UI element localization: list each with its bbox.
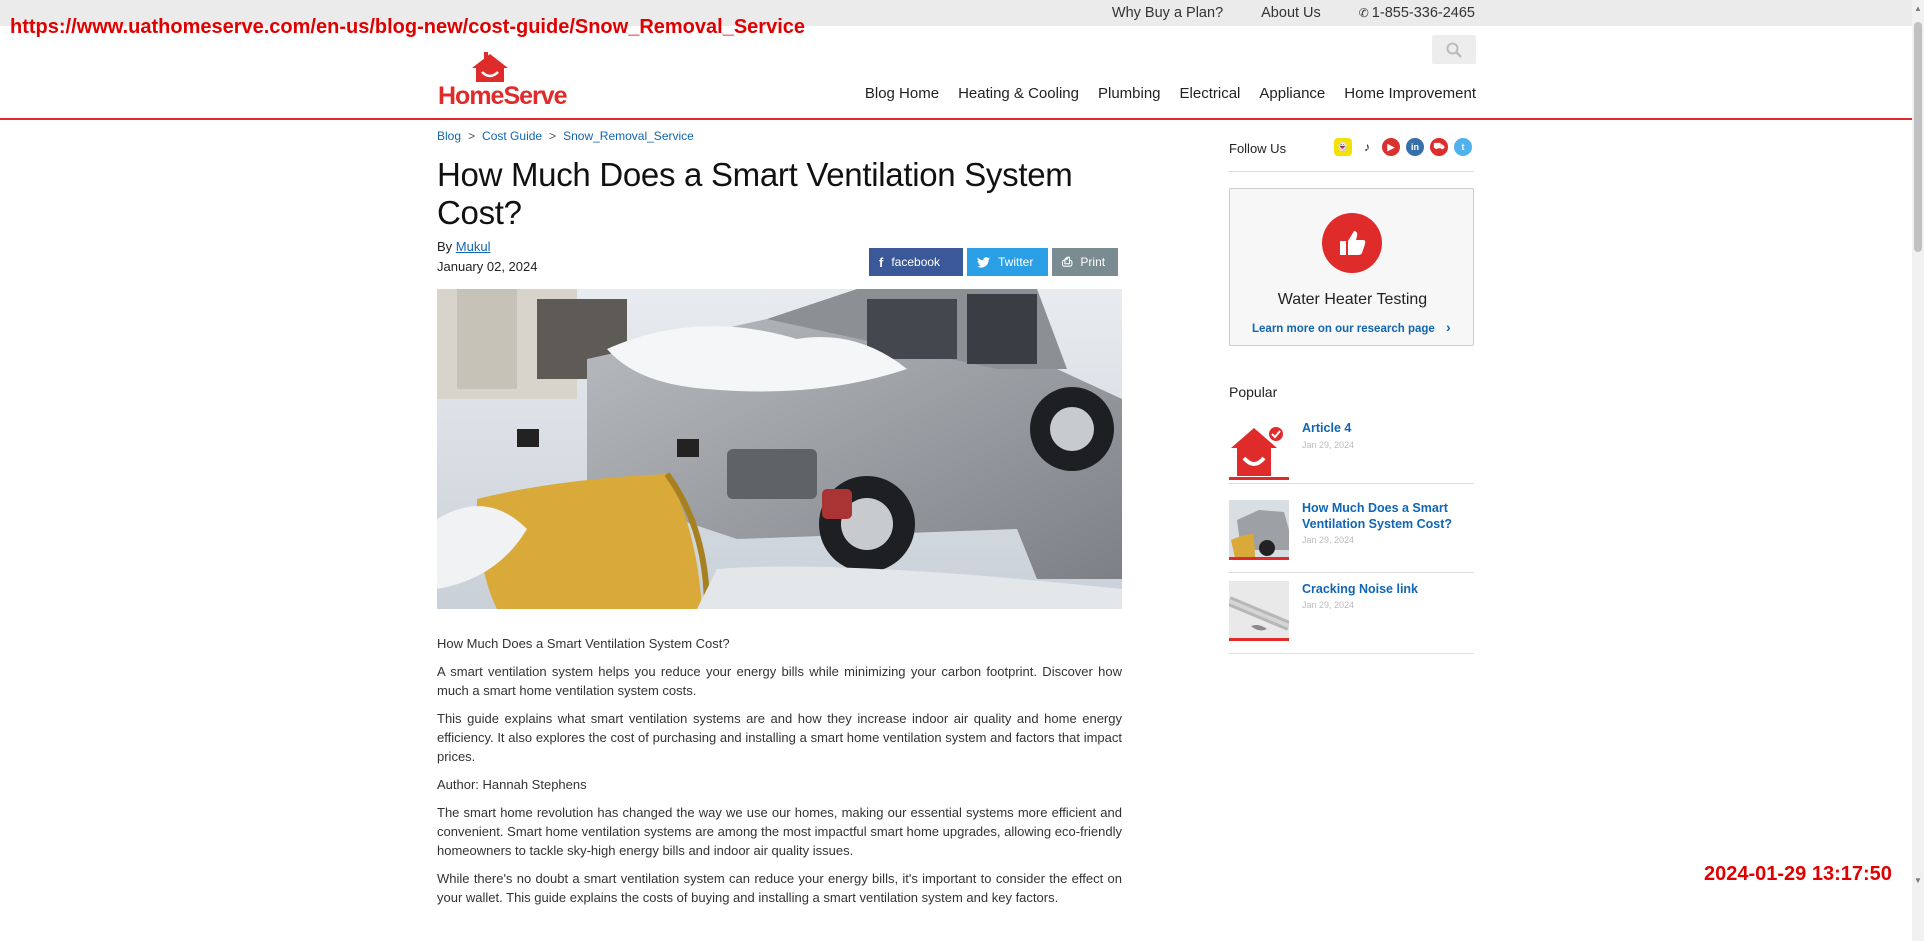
- social-icons: 👻 ♪ ▶ in ⛟ t: [1334, 138, 1472, 156]
- breadcrumb: Blog > Cost Guide > Snow_Removal_Service: [437, 129, 694, 143]
- popular-item[interactable]: Cracking Noise link Jan 29, 2024: [1229, 581, 1474, 654]
- popular-thumbnail: [1229, 420, 1289, 480]
- nav-home-improvement[interactable]: Home Improvement: [1344, 85, 1476, 102]
- nav-electrical[interactable]: Electrical: [1180, 85, 1241, 102]
- utility-links: Why Buy a Plan? About Us ✆ 1-855-336-2465: [1112, 5, 1475, 21]
- house-smile-icon: [1229, 420, 1289, 480]
- popular-item[interactable]: Article 4 Jan 29, 2024: [1229, 420, 1474, 484]
- tiktok-icon[interactable]: ♪: [1358, 138, 1376, 156]
- thumbnail-bar: [1229, 557, 1289, 560]
- popular-item[interactable]: How Much Does a Smart Ventilation System…: [1229, 500, 1474, 573]
- search-icon: [1446, 42, 1462, 58]
- nav-heating-cooling[interactable]: Heating & Cooling: [958, 85, 1079, 102]
- scroll-thumb[interactable]: [1914, 22, 1922, 252]
- scroll-down-icon[interactable]: ▼: [1914, 876, 1922, 885]
- facebook-label: facebook: [891, 255, 941, 269]
- print-label: Print: [1080, 255, 1106, 269]
- article-body: How Much Does a Smart Ventilation System…: [437, 634, 1122, 916]
- print-icon: ⎙: [1062, 254, 1073, 269]
- page-title: How Much Does a Smart Ventilation System…: [437, 156, 1073, 231]
- snapchat-icon[interactable]: 👻: [1334, 138, 1352, 156]
- thumbnail-bar: [1229, 477, 1289, 480]
- nav-plumbing[interactable]: Plumbing: [1098, 85, 1161, 102]
- logo-text: HomeServe: [438, 82, 568, 110]
- snow-truck-thumbnail: [1229, 500, 1289, 560]
- promo-link-label: Learn more on our research page: [1252, 323, 1435, 335]
- phone-icon: ✆: [1358, 6, 1369, 20]
- twitter-icon: [977, 256, 990, 268]
- article-paragraph: This guide explains what smart ventilati…: [437, 711, 1122, 764]
- print-button[interactable]: ⎙ Print: [1052, 248, 1118, 276]
- overlay-url: https://www.uathomeserve.com/en-us/blog-…: [10, 16, 805, 38]
- popular-title[interactable]: Article 4: [1302, 420, 1462, 436]
- popular-title[interactable]: How Much Does a Smart Ventilation System…: [1302, 500, 1462, 532]
- pipe-thumbnail: [1229, 581, 1289, 641]
- promo-title: Water Heater Testing: [1277, 291, 1428, 308]
- chevron-right-icon: ›: [1446, 319, 1451, 335]
- scroll-up-icon[interactable]: ▲: [1914, 4, 1922, 13]
- popular-heading: Popular: [1229, 384, 1278, 400]
- promo-link[interactable]: Learn more on our research page ›: [1252, 319, 1451, 335]
- search-button[interactable]: [1432, 35, 1476, 64]
- twitter-label: Twitter: [998, 255, 1034, 269]
- homeserve-logo[interactable]: HomeServe: [438, 52, 578, 112]
- popular-date: Jan 29, 2024: [1302, 600, 1355, 610]
- phone-number: 1-855-336-2465: [1371, 5, 1475, 21]
- hero-image: [437, 289, 1122, 609]
- facebook-share-button[interactable]: f facebook: [869, 248, 963, 276]
- follow-us-label: Follow Us: [1229, 141, 1287, 156]
- facebook-icon: f: [879, 254, 884, 270]
- author-link[interactable]: Mukul: [456, 239, 491, 254]
- promo-card[interactable]: Water Heater Testing Learn more on our r…: [1229, 188, 1474, 346]
- youtube-icon[interactable]: ▶: [1382, 138, 1400, 156]
- breadcrumb-blog[interactable]: Blog: [437, 129, 461, 143]
- page-scrollbar[interactable]: ▲ ▼: [1912, 0, 1924, 941]
- article-paragraph: A smart ventilation system helps you red…: [437, 664, 1122, 698]
- breadcrumb-current[interactable]: Snow_Removal_Service: [563, 129, 694, 143]
- snow-plow-truck-image: [437, 289, 1122, 609]
- truck-icon[interactable]: ⛟: [1430, 138, 1448, 156]
- publish-date: January 02, 2024: [437, 259, 538, 274]
- breadcrumb-separator: >: [468, 129, 476, 143]
- popular-thumbnail: [1229, 581, 1289, 641]
- nav-blog-home[interactable]: Blog Home: [865, 85, 939, 102]
- thumbs-up-icon: [1322, 213, 1382, 273]
- linkedin-icon[interactable]: in: [1406, 138, 1424, 156]
- phone-link[interactable]: ✆ 1-855-336-2465: [1359, 5, 1475, 21]
- breadcrumb-separator: >: [549, 129, 557, 143]
- popular-date: Jan 29, 2024: [1302, 535, 1355, 545]
- main-nav: Blog Home Heating & Cooling Plumbing Ele…: [865, 85, 1476, 102]
- about-us-link[interactable]: About Us: [1261, 5, 1321, 21]
- byline: By Mukul: [437, 239, 490, 254]
- popular-date: Jan 29, 2024: [1302, 440, 1355, 450]
- popular-thumbnail: [1229, 500, 1289, 560]
- popular-title[interactable]: Cracking Noise link: [1302, 581, 1462, 597]
- article-paragraph: The smart home revolution has changed th…: [437, 805, 1122, 858]
- article-paragraph: While there's no doubt a smart ventilati…: [437, 871, 1122, 905]
- site-header: HomeServe Blog Home Heating & Cooling Pl…: [0, 26, 1912, 120]
- overlay-timestamp: 2024-01-29 13:17:50: [1704, 863, 1892, 885]
- twitter-icon[interactable]: t: [1454, 138, 1472, 156]
- article-author: Author: Hannah Stephens: [437, 777, 587, 792]
- breadcrumb-cost-guide[interactable]: Cost Guide: [482, 129, 542, 143]
- thumbnail-bar: [1229, 638, 1289, 641]
- divider: [1229, 171, 1474, 172]
- twitter-share-button[interactable]: Twitter: [967, 248, 1048, 276]
- why-buy-link[interactable]: Why Buy a Plan?: [1112, 5, 1223, 21]
- article-paragraph: How Much Does a Smart Ventilation System…: [437, 636, 730, 651]
- byline-prefix: By: [437, 239, 453, 254]
- house-logo-icon: [472, 52, 508, 82]
- nav-appliance[interactable]: Appliance: [1259, 85, 1325, 102]
